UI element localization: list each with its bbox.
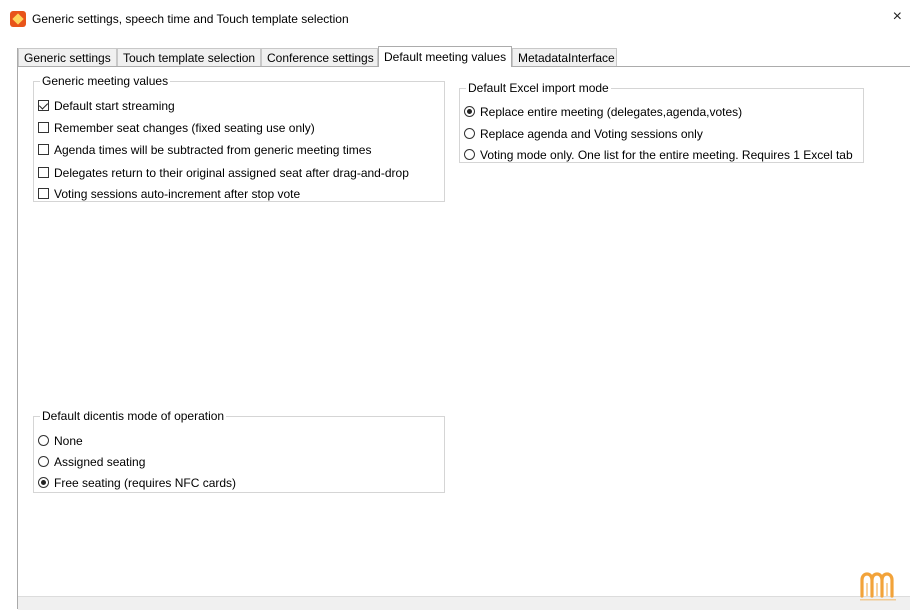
group-title: Default Excel import mode: [468, 81, 609, 95]
checkbox-unchecked-icon[interactable]: [38, 167, 49, 178]
window-title: Generic settings, speech time and Touch …: [32, 12, 349, 26]
radio-unselected-icon[interactable]: [38, 435, 49, 446]
excel-replace-agenda-voting-radio[interactable]: Replace agenda and Voting sessions only: [464, 125, 703, 142]
radio-label: Free seating (requires NFC cards): [54, 475, 237, 490]
radio-unselected-icon[interactable]: [38, 456, 49, 467]
excel-voting-mode-only-radio[interactable]: Voting mode only. One list for the entir…: [464, 146, 853, 163]
checkbox-label: Voting sessions auto-increment after sto…: [54, 186, 301, 201]
tab-touch-template-selection[interactable]: Touch template selection: [117, 48, 261, 66]
default-start-streaming-checkbox[interactable]: Default start streaming: [38, 97, 175, 114]
radio-label: Voting mode only. One list for the entir…: [480, 147, 853, 162]
tab-conference-settings[interactable]: Conference settings: [261, 48, 378, 66]
radio-label: None: [54, 433, 83, 448]
close-icon[interactable]: ×: [893, 9, 902, 25]
delegates-return-seat-checkbox[interactable]: Delegates return to their original assig…: [38, 164, 409, 181]
dicentis-none-radio[interactable]: None: [38, 432, 83, 449]
tab-panel-default-meeting-values: Generic meeting values Default start str…: [18, 67, 910, 596]
radio-label: Replace agenda and Voting sessions only: [480, 126, 703, 141]
checkbox-label: Remember seat changes (fixed seating use…: [54, 120, 315, 135]
agenda-times-subtracted-checkbox[interactable]: Agenda times will be subtracted from gen…: [38, 141, 371, 158]
group-title: Default dicentis mode of operation: [42, 409, 225, 423]
checkbox-label: Delegates return to their original assig…: [54, 165, 409, 180]
radio-selected-icon[interactable]: [38, 477, 49, 488]
tab-metadata-interface[interactable]: MetadataInterface: [512, 48, 617, 66]
checkbox-unchecked-icon[interactable]: [38, 144, 49, 155]
remember-seat-changes-checkbox[interactable]: Remember seat changes (fixed seating use…: [38, 119, 315, 136]
app-icon: [10, 11, 26, 27]
radio-unselected-icon[interactable]: [464, 149, 475, 160]
dicentis-assigned-seating-radio[interactable]: Assigned seating: [38, 453, 145, 470]
checkbox-unchecked-icon[interactable]: [38, 188, 49, 199]
bottom-bar: [18, 596, 910, 610]
checkbox-checked-icon[interactable]: [38, 100, 49, 111]
default-dicentis-mode-group: Default dicentis mode of operation None …: [33, 409, 445, 493]
voting-auto-increment-checkbox[interactable]: Voting sessions auto-increment after sto…: [38, 185, 300, 202]
radio-selected-icon[interactable]: [464, 106, 475, 117]
dicentis-free-seating-radio[interactable]: Free seating (requires NFC cards): [38, 474, 236, 491]
tab-generic-settings[interactable]: Generic settings: [18, 48, 117, 66]
tab-default-meeting-values[interactable]: Default meeting values: [378, 46, 512, 67]
default-excel-import-mode-group: Default Excel import mode Replace entire…: [459, 81, 864, 163]
radio-label: Assigned seating: [54, 454, 146, 469]
checkbox-label: Default start streaming: [54, 98, 175, 113]
group-title: Generic meeting values: [42, 74, 169, 88]
checkbox-label: Agenda times will be subtracted from gen…: [54, 142, 372, 157]
excel-replace-entire-meeting-radio[interactable]: Replace entire meeting (delegates,agenda…: [464, 103, 742, 120]
brand-logo-icon: [860, 572, 896, 601]
generic-meeting-values-group: Generic meeting values Default start str…: [33, 74, 445, 202]
title-bar: Generic settings, speech time and Touch …: [0, 0, 910, 38]
radio-label: Replace entire meeting (delegates,agenda…: [480, 104, 743, 119]
checkbox-unchecked-icon[interactable]: [38, 122, 49, 133]
radio-unselected-icon[interactable]: [464, 128, 475, 139]
